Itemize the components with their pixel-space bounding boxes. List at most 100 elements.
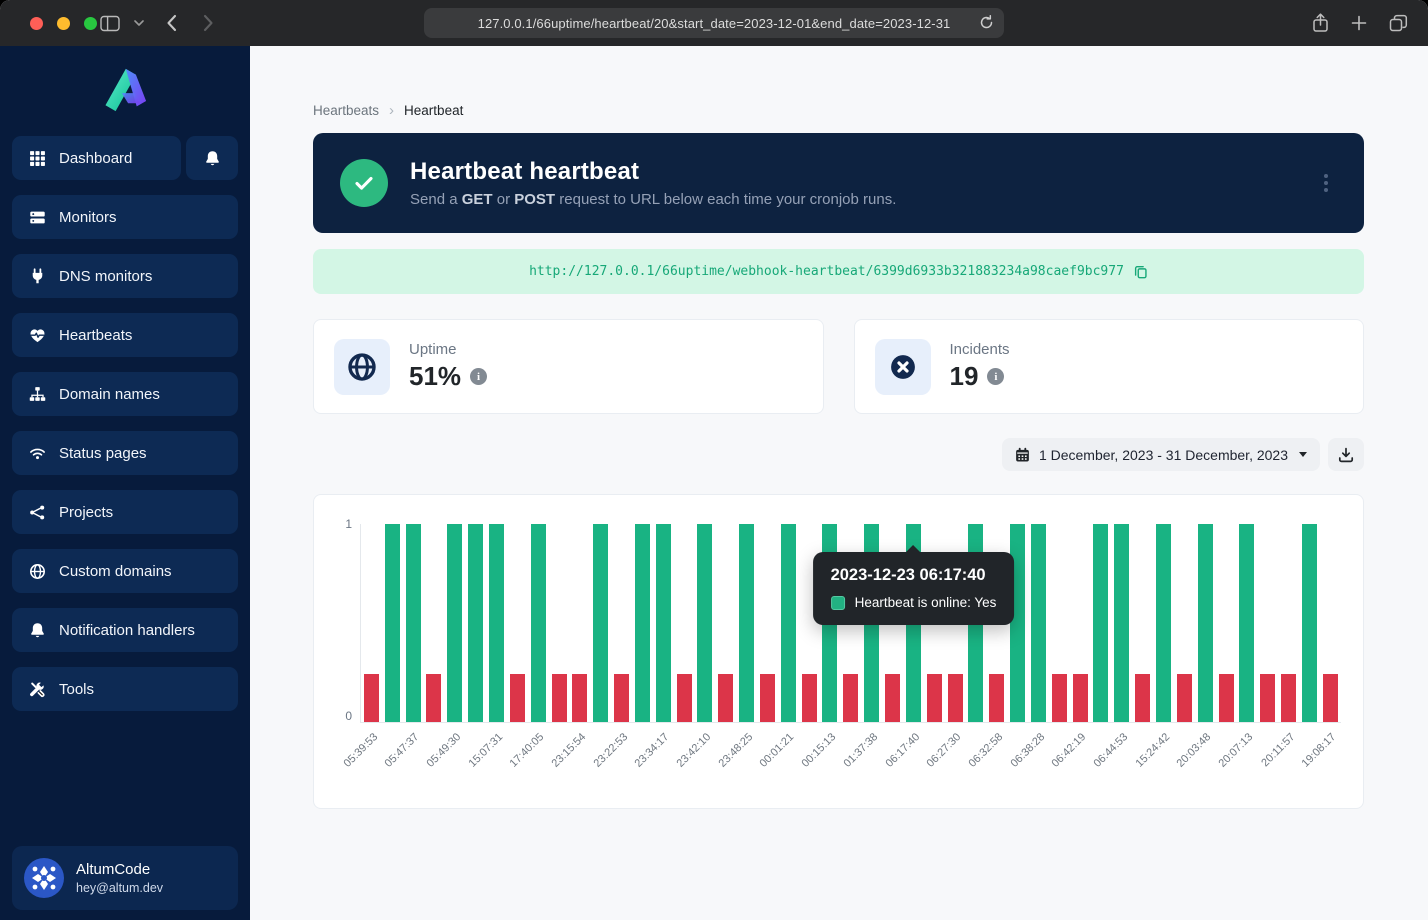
chart-bar-online[interactable] [447,524,462,722]
chart-bar-offline[interactable] [677,674,692,722]
main-content: Heartbeats › Heartbeat Heartbeat heartbe… [250,46,1428,920]
chart-bar-offline[interactable] [552,674,567,722]
chart-bar-online[interactable] [593,524,608,722]
download-chart-button[interactable] [1328,438,1364,471]
breadcrumb-heartbeats-link[interactable]: Heartbeats [313,103,379,118]
tooltip-series-swatch [831,596,845,610]
chart-bar-slot: 00:01:21 [778,524,799,722]
signal-icon [29,445,46,462]
url-bar[interactable]: 127.0.0.1/66uptime/heartbeat/20&start_da… [424,8,1004,38]
new-tab-icon[interactable] [1351,15,1367,31]
copy-icon[interactable] [1133,264,1148,279]
date-range-label: 1 December, 2023 - 31 December, 2023 [1039,447,1288,463]
chart-bar-online[interactable] [468,524,483,722]
chart-bar-offline[interactable] [364,674,379,722]
chart-bar-offline[interactable] [1073,674,1088,722]
chart-bar-online[interactable] [1010,524,1025,722]
chart-bar-online[interactable] [489,524,504,722]
chart-bar-online[interactable] [406,524,421,722]
chart-x-tick-label: 06:38:28 [1008,731,1047,770]
minimize-window-button[interactable] [57,17,70,30]
chart-x-tick-label: 06:42:19 [1050,731,1089,770]
chart-x-tick-label: 00:01:21 [758,731,797,770]
chart-bar-offline[interactable] [948,674,963,722]
chart-bar-online[interactable] [697,524,712,722]
chart-bar-online[interactable] [1093,524,1108,722]
chart-bar-online[interactable] [1156,524,1171,722]
chart-bar-slot [465,524,486,722]
chart-bar-slot [1299,524,1320,722]
chart-bar-online[interactable] [656,524,671,722]
kebab-menu-icon[interactable] [1318,168,1334,198]
chart-bar-offline[interactable] [885,674,900,722]
sidebar-item-monitors[interactable]: Monitors [12,195,238,239]
chart-bar-offline[interactable] [760,674,775,722]
sidebar-item-projects[interactable]: Projects [12,490,238,534]
chart-bar-online[interactable] [635,524,650,722]
chart-bar-offline[interactable] [1323,674,1338,722]
sidebar-item-heartbeats[interactable]: Heartbeats [12,313,238,357]
back-icon[interactable] [166,14,177,32]
user-account-card[interactable]: AltumCode hey@altum.dev [12,846,238,910]
chart-bar-offline[interactable] [1219,674,1234,722]
app-logo[interactable] [0,46,250,136]
chart-bar-offline[interactable] [1135,674,1150,722]
chart-bar-slot: 15:24:42 [1153,524,1174,722]
chart-bar-offline[interactable] [572,674,587,722]
tooltip-text: Heartbeat is online: Yes [855,595,997,610]
chart-bar-online[interactable] [1031,524,1046,722]
sidebar-item-tools[interactable]: Tools [12,667,238,711]
sidebar-notifications-button[interactable] [186,136,238,180]
chart-bar-online[interactable] [781,524,796,722]
sidebar-item-domain-names[interactable]: Domain names [12,372,238,416]
chart-bar-offline[interactable] [802,674,817,722]
tooltip-title: 2023-12-23 06:17:40 [831,566,997,585]
sidebar-item-status-pages[interactable]: Status pages [12,431,238,475]
chart-bar-offline[interactable] [989,674,1004,722]
sidebar-item-notification-handlers[interactable]: Notification handlers [12,608,238,652]
info-icon[interactable]: i [470,368,487,385]
heartbeat-header-card: Heartbeat heartbeat Send a GET or POST r… [313,133,1364,233]
sidebar-item-custom-domains[interactable]: Custom domains [12,549,238,593]
breadcrumb: Heartbeats › Heartbeat [313,103,1364,118]
chart-bar-offline[interactable] [1052,674,1067,722]
chart-x-tick-label: 05:39:53 [341,731,380,770]
chart-bar-slot [1257,524,1278,722]
chart-bar-offline[interactable] [1281,674,1296,722]
chart-bar-online[interactable] [1239,524,1254,722]
info-icon[interactable]: i [987,368,1004,385]
sidebar-toggle-icon[interactable] [100,15,120,32]
chart-bar-offline[interactable] [1260,674,1275,722]
chart-bar-slot: 05:47:37 [403,524,424,722]
breadcrumb-current: Heartbeat [404,103,463,118]
chart-bar-offline[interactable] [843,674,858,722]
chart-bar-online[interactable] [1198,524,1213,722]
chart-bar-slot: 23:15:54 [569,524,590,722]
chart-bar-online[interactable] [739,524,754,722]
chart-bar-offline[interactable] [1177,674,1192,722]
sidebar-item-dns-monitors[interactable]: DNS monitors [12,254,238,298]
chart-bar-online[interactable] [1114,524,1129,722]
chevron-down-icon[interactable] [134,20,144,27]
chart-bar-offline[interactable] [718,674,733,722]
chart-bar-slot: 17:40:05 [528,524,549,722]
forward-icon[interactable] [203,14,214,32]
reload-icon[interactable] [978,14,995,36]
sidebar-item-label: Tools [59,681,94,698]
sidebar-item-dashboard[interactable]: Dashboard [12,136,181,180]
chart-bar-offline[interactable] [426,674,441,722]
chart-bar-online[interactable] [531,524,546,722]
chart-bar-offline[interactable] [510,674,525,722]
chart-bar-online[interactable] [1302,524,1317,722]
share-icon[interactable] [1312,13,1329,33]
close-window-button[interactable] [30,17,43,30]
tabs-overview-icon[interactable] [1389,14,1408,32]
date-range-picker[interactable]: 1 December, 2023 - 31 December, 2023 [1002,438,1320,471]
grid-icon [29,150,46,167]
chart-bar-offline[interactable] [614,674,629,722]
chart-bar-online[interactable] [385,524,400,722]
chart-bar-offline[interactable] [927,674,942,722]
chart-bar-slot: 23:22:53 [611,524,632,722]
zoom-window-button[interactable] [84,17,97,30]
webhook-url[interactable]: http://127.0.0.1/66uptime/webhook-heartb… [529,264,1124,279]
